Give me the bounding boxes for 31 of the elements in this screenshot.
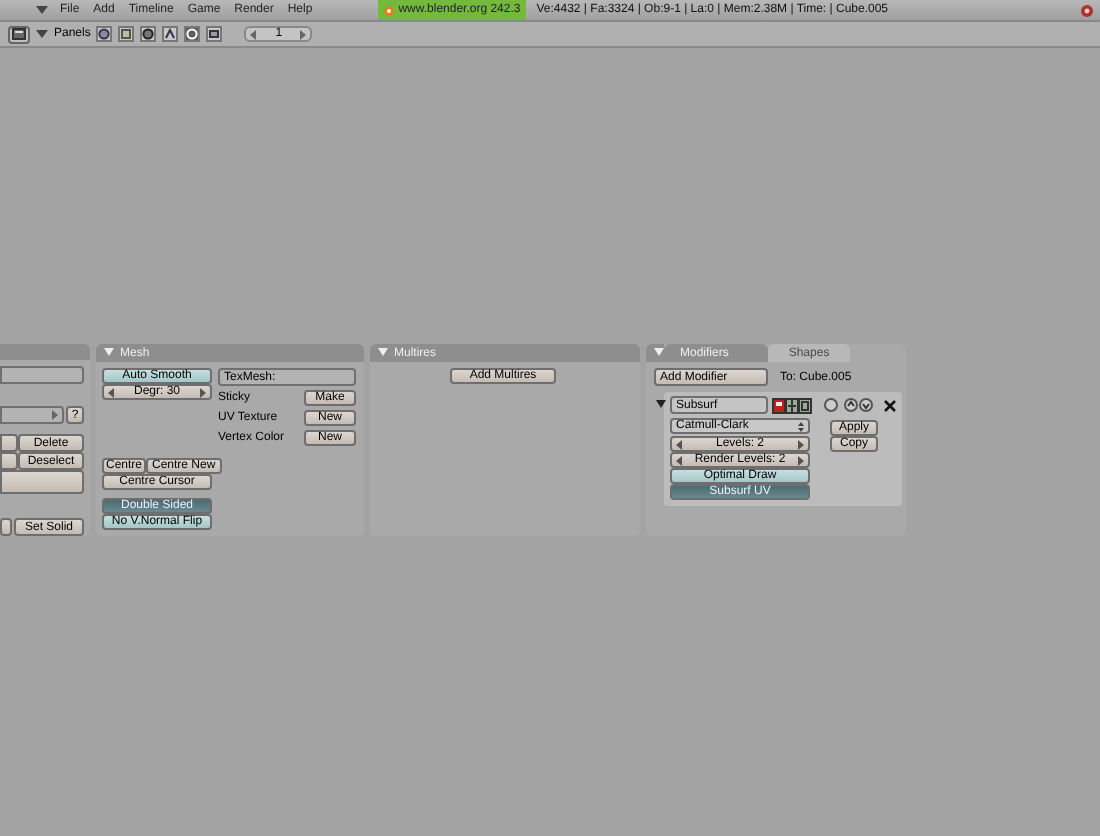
arrow-icon bbox=[52, 410, 58, 420]
decrement-icon[interactable] bbox=[108, 387, 114, 397]
display-toggles-icon[interactable] bbox=[772, 397, 812, 413]
context-button[interactable] bbox=[184, 26, 201, 42]
context-button[interactable] bbox=[206, 26, 223, 42]
circle-icon[interactable] bbox=[824, 398, 838, 412]
collapse-icon[interactable] bbox=[104, 348, 114, 358]
close-icon[interactable] bbox=[884, 399, 896, 411]
move-arrows-icon[interactable] bbox=[844, 398, 874, 412]
collapse-icon[interactable] bbox=[378, 348, 388, 358]
window-type-button[interactable] bbox=[8, 25, 30, 43]
expand-icon[interactable] bbox=[656, 400, 666, 410]
blender-logo-icon bbox=[384, 5, 395, 15]
context-button[interactable] bbox=[118, 26, 135, 42]
menu-toggle-icon[interactable] bbox=[36, 5, 48, 15]
increment-icon[interactable] bbox=[199, 387, 206, 397]
editor-type-icon bbox=[12, 28, 26, 40]
panel-header bbox=[0, 344, 90, 360]
scene-icon[interactable] bbox=[1080, 3, 1094, 17]
increment-icon[interactable] bbox=[300, 29, 307, 39]
text-field[interactable] bbox=[0, 366, 84, 384]
context-button[interactable] bbox=[96, 26, 113, 42]
button[interactable] bbox=[0, 470, 84, 494]
button[interactable] bbox=[0, 518, 12, 536]
dropdown-icon bbox=[798, 421, 804, 431]
context-button[interactable] bbox=[162, 26, 179, 42]
context-button[interactable] bbox=[140, 26, 157, 42]
decrement-icon[interactable] bbox=[250, 29, 257, 39]
dropdown-field[interactable] bbox=[0, 406, 64, 424]
collapse-icon[interactable] bbox=[654, 348, 664, 358]
collapse-icon[interactable] bbox=[36, 29, 48, 39]
